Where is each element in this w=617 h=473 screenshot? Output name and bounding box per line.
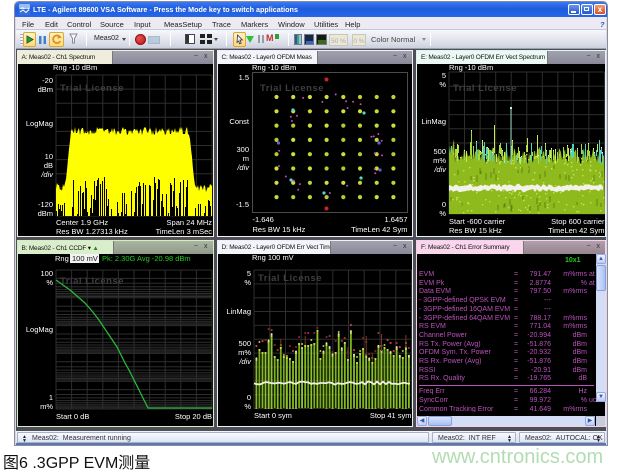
svg-text:1.5: 1.5	[238, 73, 248, 82]
svg-text:dBm: dBm	[37, 209, 52, 218]
svg-text:m%: m%	[238, 348, 251, 357]
svg-text:Trial License: Trial License	[60, 83, 124, 94]
svg-text:Stop 41 sym: Stop 41 sym	[369, 411, 411, 420]
svg-text:LinMag: LinMag	[226, 307, 251, 316]
svg-text:500: 500	[433, 147, 446, 156]
svg-text:TimeLen 3 mSec: TimeLen 3 mSec	[155, 227, 212, 235]
svg-text:0: 0	[442, 200, 446, 209]
svg-text:Start 0 sym: Start 0 sym	[254, 411, 292, 420]
svg-text:-20: -20	[42, 76, 53, 85]
svg-text:10: 10	[44, 152, 52, 161]
svg-text:dBm: dBm	[37, 85, 52, 94]
svg-text:Trial License: Trial License	[453, 83, 517, 94]
svg-text:-1.5: -1.5	[236, 200, 249, 209]
svg-text:Trial License: Trial License	[258, 273, 322, 284]
svg-text:5: 5	[246, 269, 250, 278]
svg-text:Res BW 15 kHz: Res BW 15 kHz	[252, 225, 305, 234]
svg-text:%: %	[244, 278, 251, 287]
svg-text:1: 1	[48, 393, 52, 402]
svg-text:100: 100	[40, 269, 53, 278]
svg-text:TimeLen 42 Sym: TimeLen 42 Sym	[351, 225, 407, 234]
svg-text:/div: /div	[238, 357, 252, 366]
svg-text:100 mV: 100 mV	[72, 254, 98, 263]
svg-text:Span 24 MHz: Span 24 MHz	[166, 218, 212, 227]
svg-text:Center 1.9 GHz: Center 1.9 GHz	[56, 218, 108, 227]
svg-text:%: %	[439, 209, 446, 218]
svg-text:dB: dB	[43, 161, 52, 170]
svg-text:%: %	[439, 80, 446, 89]
svg-text:Rng -10 dBm: Rng -10 dBm	[53, 64, 97, 72]
svg-text:Trial License: Trial License	[260, 83, 324, 94]
svg-text:Stop 20 dB: Stop 20 dB	[174, 412, 211, 421]
svg-text:LinMag: LinMag	[421, 117, 446, 126]
svg-text:Stop 600 carrier: Stop 600 carrier	[551, 217, 605, 226]
svg-text:1.6457: 1.6457	[384, 215, 407, 224]
svg-text:Res BW 1.27313 kHz: Res BW 1.27313 kHz	[56, 227, 128, 235]
svg-text:m%: m%	[433, 156, 446, 165]
svg-text:Res BW 15 kHz: Res BW 15 kHz	[449, 226, 502, 235]
svg-text:-120: -120	[37, 200, 52, 209]
svg-text:TimeLen 42 Sym: TimeLen 42 Sym	[548, 226, 604, 235]
svg-text:500: 500	[238, 339, 251, 348]
svg-text:Rng -10 dBm: Rng -10 dBm	[449, 64, 493, 72]
svg-text:-1.646: -1.646	[252, 215, 273, 224]
svg-text:Start 0 dB: Start 0 dB	[56, 412, 89, 421]
svg-text:/div: /div	[40, 170, 54, 179]
svg-text:Rng 100 mV: Rng 100 mV	[252, 254, 294, 262]
svg-text:Rng -10 dBm: Rng -10 dBm	[252, 64, 296, 72]
svg-text:Start -600 carrier: Start -600 carrier	[449, 217, 506, 226]
svg-text:5: 5	[442, 71, 446, 80]
svg-text:m: m	[242, 154, 248, 163]
svg-text:Const: Const	[229, 117, 250, 126]
svg-text:LogMag: LogMag	[25, 119, 52, 128]
svg-text:Pk: 2.30G Avg -20.98 dBm: Pk: 2.30G Avg -20.98 dBm	[102, 254, 191, 263]
svg-text:/div: /div	[433, 165, 447, 174]
svg-text:m%: m%	[40, 402, 53, 411]
svg-text:/div: /div	[236, 163, 250, 172]
svg-text:%: %	[46, 278, 53, 287]
svg-text:0: 0	[246, 393, 250, 402]
svg-text:LogMag: LogMag	[25, 325, 52, 334]
svg-text:Rng: Rng	[55, 254, 69, 263]
svg-text:300: 300	[236, 145, 249, 154]
svg-text:Trial License: Trial License	[60, 276, 124, 287]
svg-text:%: %	[244, 402, 251, 411]
